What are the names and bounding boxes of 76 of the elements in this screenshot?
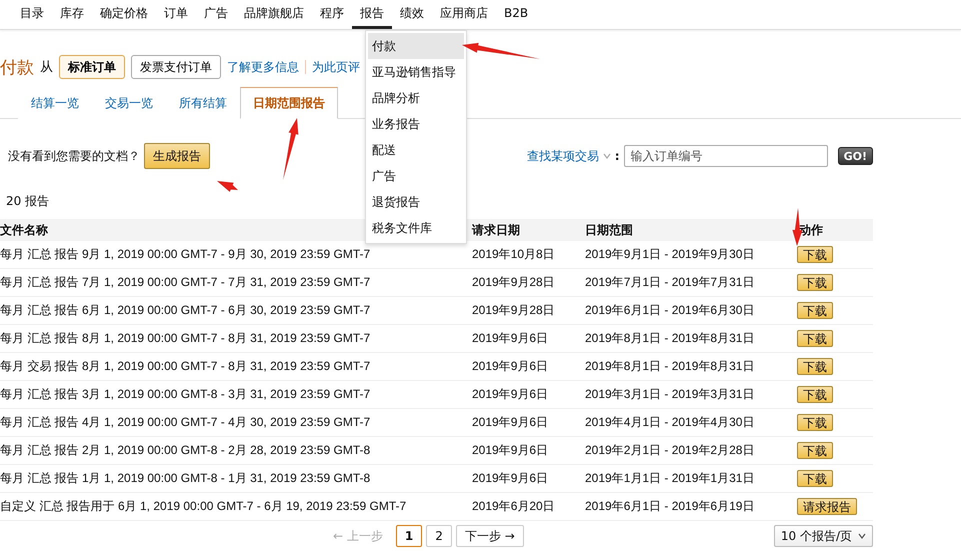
nav-item[interactable]: 品牌旗舰店 bbox=[236, 0, 312, 29]
download-button[interactable]: 下载 bbox=[797, 470, 833, 487]
table-cell-text: 2019年9月6日 bbox=[472, 414, 550, 431]
table-cell-text: 每月 汇总 报告 8月 1, 2019 00:00 GMT-7 - 8月 31, 2019 23:59 GMT-7 bbox=[0, 330, 372, 347]
menu-item[interactable]: 付款 bbox=[368, 33, 464, 59]
nav-item[interactable]: 绩效 bbox=[392, 0, 432, 29]
tab[interactable]: 日期范围报告 bbox=[240, 87, 338, 119]
download-button[interactable]: 下载 bbox=[797, 302, 833, 319]
download-button[interactable]: 下载 bbox=[797, 386, 833, 403]
table-cell-text: 2019年4月1日 - 2019年4月30日 bbox=[585, 414, 756, 431]
report-count: 20 报告 bbox=[6, 193, 50, 209]
table-cell-text: 2019年7月1日 - 2019年7月31日 bbox=[585, 274, 756, 291]
table-cell-text: 每月 交易 报告 8月 1, 2019 00:00 GMT-7 - 8月 31, 2019 23:59 GMT-7 bbox=[0, 358, 372, 375]
download-button[interactable]: 下载 bbox=[797, 414, 833, 431]
table-cell-text: 2019年6月1日 - 2019年6月30日 bbox=[585, 302, 756, 319]
table-cell-text: 2019年9月1日 - 2019年9月30日 bbox=[585, 246, 756, 263]
column-header: 日期范围 bbox=[585, 222, 633, 238]
annotation-arrow bbox=[217, 181, 238, 192]
table-cell-text: 自定义 汇总 报告用于 6月 1, 2019 00:00 GMT-7 - 6月 19, 2019 23:59 GMT-7 bbox=[0, 498, 408, 515]
nav-item[interactable]: 库存 bbox=[52, 0, 92, 29]
order-type-button[interactable]: 标准订单 bbox=[59, 55, 125, 79]
page-title: 付款 bbox=[0, 56, 34, 78]
column-header: 请求日期 bbox=[472, 222, 520, 238]
table-cell-text: 2019年1月1日 - 2019年1月31日 bbox=[585, 470, 756, 487]
nav-item[interactable]: 应用商店 bbox=[432, 0, 496, 29]
table-cell-text: 2019年8月1日 - 2019年8月31日 bbox=[585, 330, 756, 347]
download-button[interactable]: 下载 bbox=[797, 330, 833, 347]
from-label: 从 bbox=[40, 59, 53, 76]
prompt-text: 没有看到您需要的文档？ bbox=[8, 148, 140, 164]
table-cell-text: 每月 汇总 报告 6月 1, 2019 00:00 GMT-7 - 6月 30, 2019 23:59 GMT-7 bbox=[0, 302, 372, 319]
go-button[interactable]: GO! bbox=[838, 147, 873, 165]
caret-icon bbox=[602, 153, 611, 159]
download-button[interactable]: 请求报告 bbox=[797, 498, 857, 515]
table-cell-text: 2019年2月1日 - 2019年2月28日 bbox=[585, 442, 756, 459]
order-number-field[interactable]: 输入订单编号 bbox=[624, 145, 828, 167]
table-cell-text: 2019年9月6日 bbox=[472, 330, 550, 347]
page-number-button[interactable]: 1 bbox=[396, 525, 422, 547]
table-cell-text: 2019年9月6日 bbox=[472, 386, 550, 403]
download-button[interactable]: 下载 bbox=[797, 246, 833, 263]
generate-report-button[interactable]: 生成报告 bbox=[144, 143, 210, 169]
nav-item[interactable]: 程序 bbox=[312, 0, 352, 29]
table-cell-text: 每月 汇总 报告 4月 1, 2019 00:00 GMT-7 - 4月 30, 2019 23:59 GMT-7 bbox=[0, 414, 372, 431]
download-button[interactable]: 下载 bbox=[797, 442, 833, 459]
next-page-button[interactable]: 下一步 → bbox=[456, 525, 524, 547]
nav-item[interactable]: B2B bbox=[496, 0, 536, 29]
separator-text: : bbox=[614, 149, 620, 163]
annotation-arrow bbox=[283, 118, 298, 180]
nav-item[interactable]: 广告 bbox=[196, 0, 236, 29]
nav-item[interactable]: 订单 bbox=[156, 0, 196, 29]
table-cell-text: 每月 汇总 报告 3月 1, 2019 00:00 GMT-8 - 3月 31, 2019 23:59 GMT-7 bbox=[0, 386, 372, 403]
page-link[interactable]: 了解更多信息 bbox=[227, 58, 299, 76]
table-cell-text: 2019年9月6日 bbox=[472, 442, 550, 459]
column-header: 文件名称 bbox=[0, 222, 48, 238]
per-page-dropdown[interactable]: 10 个报告/页 bbox=[774, 525, 873, 547]
search-type-link[interactable]: 查找某项交易 bbox=[526, 148, 599, 164]
table-cell-text: 2019年6月20日 bbox=[472, 498, 556, 515]
table-cell-text: 2019年9月28日 bbox=[472, 274, 556, 291]
nav-item[interactable]: 目录 bbox=[12, 0, 52, 29]
table-cell-text: 每月 汇总 报告 9月 1, 2019 00:00 GMT-7 - 9月 30, 2019 23:59 GMT-7 bbox=[0, 246, 372, 263]
download-button[interactable]: 下载 bbox=[797, 274, 833, 291]
table-cell-text: 2019年9月6日 bbox=[472, 358, 550, 375]
table-cell-text: 2019年6月1日 - 2019年6月19日 bbox=[585, 498, 756, 515]
table-cell-text: 每月 汇总 报告 2月 1, 2019 00:00 GMT-8 - 2月 28, 2019 23:59 GMT-8 bbox=[0, 442, 372, 459]
table-cell-text: 2019年9月6日 bbox=[472, 470, 550, 487]
page-link[interactable]: 为此页评 bbox=[312, 58, 360, 76]
table-cell-text: 2019年8月1日 - 2019年8月31日 bbox=[585, 358, 756, 375]
table-cell-text: 每月 汇总 报告 7月 1, 2019 00:00 GMT-7 - 7月 31, 2019 23:59 GMT-7 bbox=[0, 274, 372, 291]
order-type-button[interactable]: 发票支付订单 bbox=[131, 55, 221, 79]
caret-icon bbox=[858, 533, 866, 539]
download-button[interactable]: 下载 bbox=[797, 358, 833, 375]
table-cell-text: 2019年3月1日 - 2019年3月31日 bbox=[585, 386, 756, 403]
table-cell-text: 每月 汇总 报告 1月 1, 2019 00:00 GMT-8 - 1月 31, 2019 23:59 GMT-8 bbox=[0, 470, 372, 487]
table-cell-text: 2019年10月8日 bbox=[472, 246, 556, 263]
table-cell-text: 2019年9月28日 bbox=[472, 302, 556, 319]
page-number-button[interactable]: 2 bbox=[426, 525, 452, 547]
nav-item[interactable]: 确定价格 bbox=[92, 0, 156, 29]
